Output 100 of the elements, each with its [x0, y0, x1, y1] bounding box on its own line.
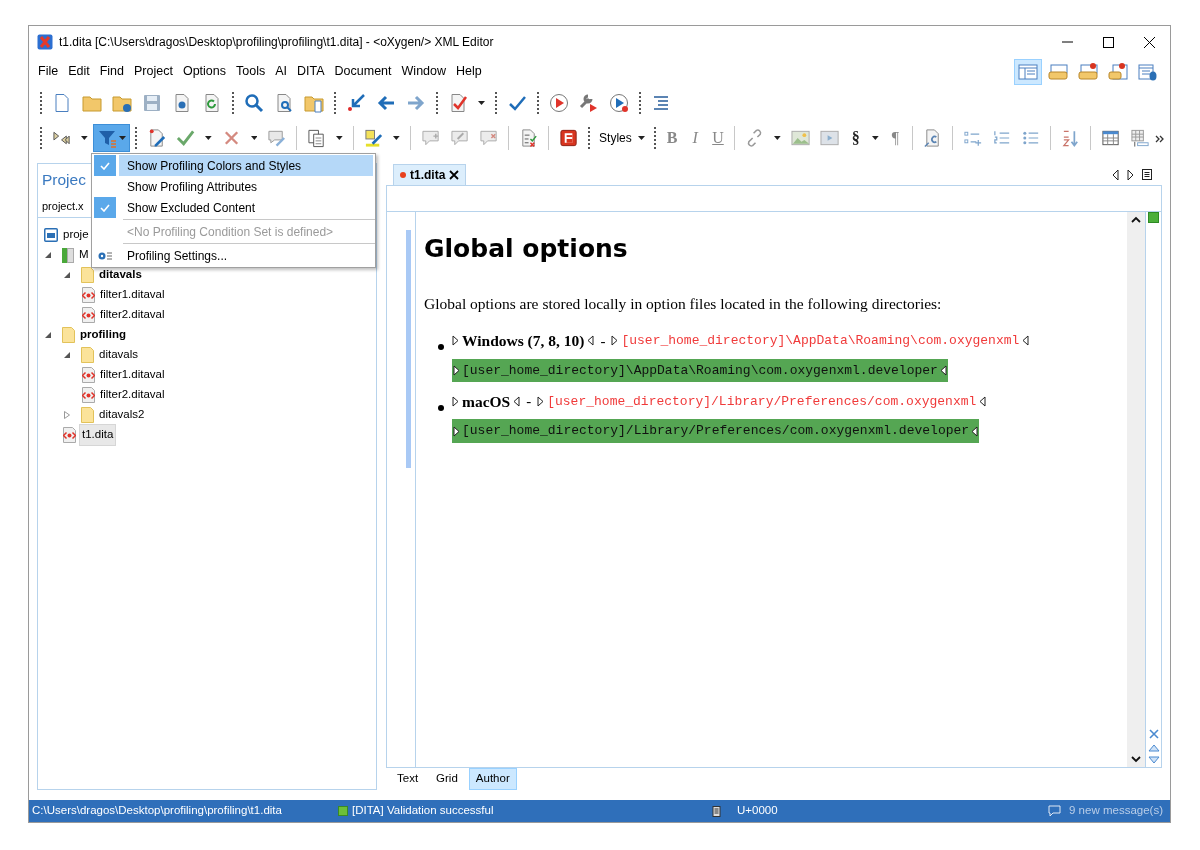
tag-marker-icon: [513, 396, 521, 408]
copy-documents-icon[interactable]: [307, 127, 327, 148]
menu-item[interactable]: Window: [396, 62, 452, 81]
folder-icon: [81, 347, 94, 363]
tree-item[interactable]: ditavals: [97, 345, 140, 365]
path-text: [user_home_directory]/Library/Preferences/com.oxygenxml: [547, 392, 977, 411]
tree-item[interactable]: ditavals2: [97, 405, 147, 425]
menu-item[interactable]: Document: [329, 62, 397, 81]
close-icon[interactable]: [1144, 36, 1155, 48]
new-file-icon[interactable]: [52, 92, 72, 113]
overflow-icon[interactable]: [1154, 133, 1165, 144]
expanded-arrow-icon[interactable]: [44, 251, 52, 259]
expanded-arrow-icon[interactable]: [63, 351, 71, 359]
tag-marker-icon: [537, 396, 545, 408]
find-document-icon[interactable]: [274, 92, 294, 113]
bold-button[interactable]: B: [660, 125, 684, 150]
underline-button[interactable]: U: [706, 125, 730, 150]
tag-marker-icon: [971, 425, 979, 437]
caret-icon[interactable]: [81, 135, 88, 140]
document-icon: [712, 805, 721, 817]
tree-item[interactable]: filter2.ditaval: [98, 385, 167, 405]
mode-tab[interactable]: Text: [390, 768, 426, 790]
scroll-down-icon[interactable]: [1131, 755, 1141, 763]
menu-item[interactable]: DITA: [292, 62, 330, 81]
heading: Global options: [424, 234, 629, 264]
search-icon[interactable]: [244, 92, 264, 113]
tree-item[interactable]: M: [77, 245, 91, 265]
filter-button[interactable]: [92, 123, 130, 152]
italic-button[interactable]: I: [683, 125, 707, 150]
editor-layout-icon: [1018, 61, 1038, 82]
tag-marker-icon: [611, 335, 619, 347]
caret-icon[interactable]: [478, 100, 485, 105]
menu-item[interactable]: Show Profiling Attributes: [119, 176, 373, 197]
scroll-up-icon[interactable]: [1131, 216, 1141, 224]
scroll-right-icon[interactable]: [1127, 169, 1134, 180]
document-c-icon[interactable]: [922, 127, 942, 148]
tree-item[interactable]: proje: [61, 225, 91, 245]
caret-icon[interactable]: [872, 135, 879, 140]
maximize-icon[interactable]: [1103, 36, 1114, 48]
reload-document-icon[interactable]: [202, 92, 222, 113]
menu-item[interactable]: Help: [451, 62, 487, 81]
menu-item[interactable]: Options: [177, 62, 232, 81]
tree-item[interactable]: profiling: [78, 325, 128, 345]
pilcrow-button[interactable]: ¶: [883, 125, 907, 150]
message-icon[interactable]: [1048, 805, 1062, 817]
validate-document-icon[interactable]: [448, 92, 468, 113]
encoding-status: U+0000: [737, 803, 778, 819]
editor-tab[interactable]: t1.dita: [393, 164, 467, 185]
styles-dropdown[interactable]: Styles: [595, 128, 649, 147]
tag-marker-icon: [979, 396, 987, 408]
database-icon: [1138, 61, 1158, 82]
menu-item[interactable]: AI: [270, 62, 293, 81]
debug-play-icon[interactable]: [609, 92, 629, 113]
project-file-selector[interactable]: project.x: [42, 198, 84, 215]
menu-item[interactable]: Project: [129, 62, 178, 81]
checkbox[interactable]: [94, 155, 116, 176]
caret-icon[interactable]: [204, 135, 212, 140]
check-icon: [100, 161, 110, 170]
arrow-in-icon[interactable]: [346, 92, 366, 113]
next-marker-icon[interactable]: [1147, 756, 1160, 765]
caret-icon[interactable]: [393, 135, 400, 140]
expanded-arrow-icon[interactable]: [44, 331, 52, 339]
tree-item[interactable]: filter2.ditaval: [98, 305, 167, 325]
tag-marker-icon: [939, 364, 947, 376]
close-icon[interactable]: [449, 170, 460, 180]
caret-icon[interactable]: [250, 135, 258, 140]
folder-icon: [62, 327, 75, 343]
letter-tile-icon[interactable]: [559, 127, 579, 148]
section-button[interactable]: §: [844, 125, 868, 150]
menu-item[interactable]: Show Profiling Colors and Styles: [119, 155, 373, 176]
checkbox[interactable]: [94, 197, 116, 218]
menu-item[interactable]: Find: [94, 62, 130, 81]
tree-item[interactable]: ditavals: [97, 265, 144, 285]
document-globe-icon[interactable]: [172, 92, 192, 113]
app-logo-icon: [37, 34, 53, 50]
close-marker-icon[interactable]: [1148, 729, 1159, 739]
collapsed-arrow-icon[interactable]: [63, 411, 71, 419]
previous-marker-icon[interactable]: [1147, 743, 1160, 752]
tree-item[interactable]: filter1.ditaval: [98, 365, 167, 385]
highlighter-icon[interactable]: [364, 127, 384, 148]
menu-item[interactable]: Edit: [63, 62, 95, 81]
menu-item[interactable]: Tools: [231, 62, 271, 81]
bullet-icon: [438, 344, 444, 351]
wrench-play-icon[interactable]: [579, 92, 599, 113]
menu-item[interactable]: Profiling Settings...: [119, 245, 373, 266]
scroll-left-icon[interactable]: [1112, 169, 1119, 180]
mode-tab[interactable]: Author: [468, 768, 517, 790]
dita-layout-icon: [1048, 61, 1068, 82]
tab-list-icon[interactable]: [1142, 169, 1152, 180]
tree-item[interactable]: t1.dita: [79, 424, 117, 446]
folder-icon: [81, 407, 94, 423]
play-icon[interactable]: [549, 92, 569, 113]
expanded-arrow-icon[interactable]: [63, 271, 71, 279]
menu-item[interactable]: File: [33, 62, 64, 81]
caret-icon[interactable]: [336, 135, 344, 140]
menu-item[interactable]: Show Excluded Content: [119, 197, 373, 218]
mode-tab[interactable]: Grid: [429, 768, 465, 790]
caret-icon[interactable]: [774, 135, 782, 140]
tree-item[interactable]: filter1.ditaval: [98, 285, 167, 305]
check-icon: [100, 203, 110, 212]
